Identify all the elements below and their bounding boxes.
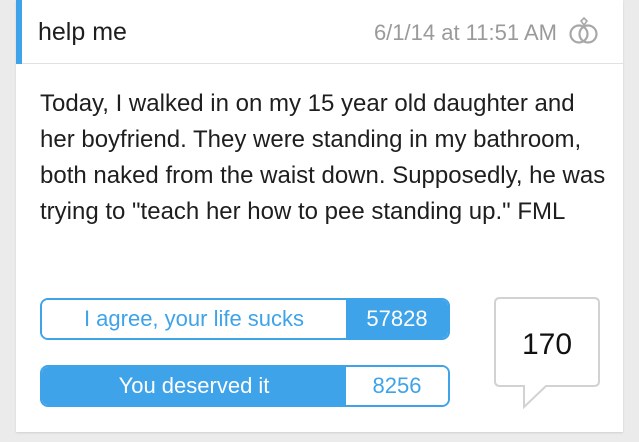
post-timestamp: 6/1/14 at 11:51 AM: [373, 20, 557, 45]
accent-bar: [16, 0, 22, 64]
deserved-vote-count: 8256: [346, 367, 448, 405]
deserved-vote-label: You deserved it: [42, 367, 346, 405]
deserved-vote-button[interactable]: You deserved it 8256: [40, 365, 450, 407]
comments-button[interactable]: 170: [494, 297, 600, 410]
post-story-text: Today, I walked in on my 15 year old dau…: [40, 90, 606, 225]
agree-vote-label: I agree, your life sucks: [42, 300, 346, 338]
wedding-rings-icon[interactable]: [567, 16, 601, 46]
agree-vote-button[interactable]: I agree, your life sucks 57828: [40, 298, 450, 340]
agree-vote-count: 57828: [346, 300, 448, 338]
post-card: help me 6/1/14 at 11:51 AM Today, I walk…: [16, 0, 623, 432]
post-title: help me: [38, 18, 127, 46]
post-header: help me 6/1/14 at 11:51 AM: [16, 0, 623, 64]
comment-count: 170: [521, 328, 573, 361]
